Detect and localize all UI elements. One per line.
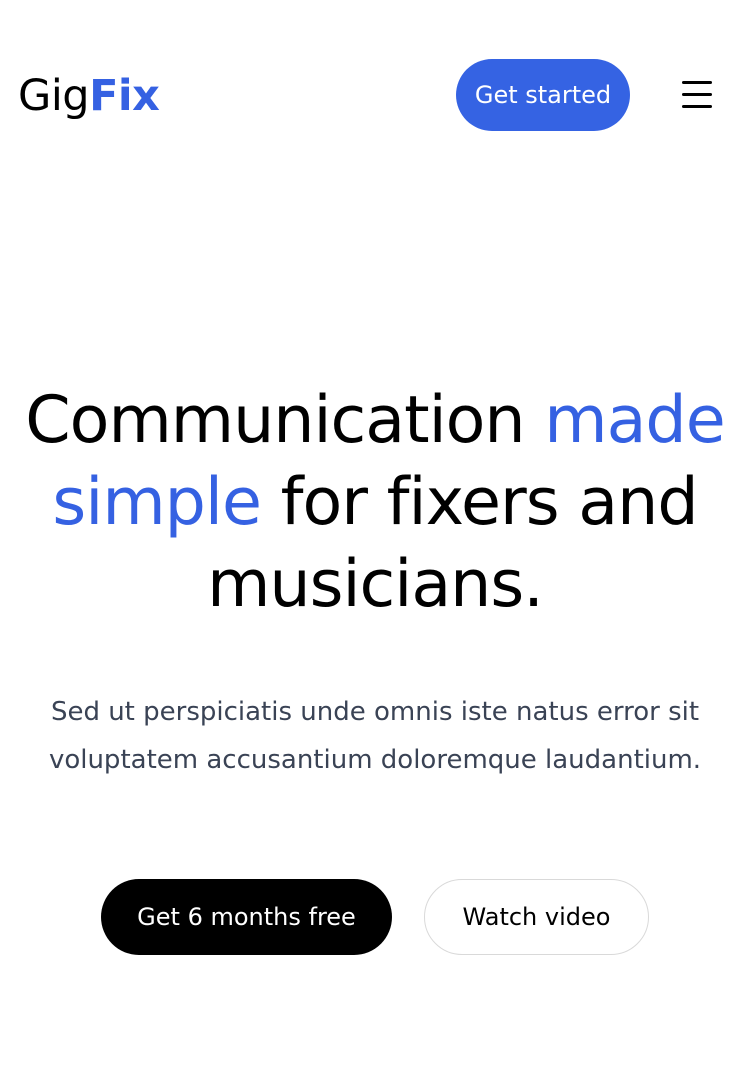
get-started-button[interactable]: Get started [456,59,630,131]
logo-text-gig: Gig [18,71,90,121]
menu-line [682,81,712,84]
get-6-months-free-button[interactable]: Get 6 months free [101,879,392,955]
hero-title: Communication made simple for fixers and… [0,380,750,626]
menu-line [682,93,712,96]
hero-subtitle: Sed ut perspiciatis unde omnis iste natu… [48,697,702,775]
hero-section: Communication made simple for fixers and… [0,380,750,626]
logo-text-fix: Fix [89,71,160,121]
site-header: GigFix Get started [0,0,750,190]
watch-video-button[interactable]: Watch video [424,879,649,955]
menu-line [682,105,712,108]
hero-title-part2: for fixers and musicians. [207,465,698,622]
logo[interactable]: GigFix [18,70,160,122]
hamburger-menu-icon[interactable] [680,79,714,111]
hero-title-part1: Communication [25,383,545,458]
